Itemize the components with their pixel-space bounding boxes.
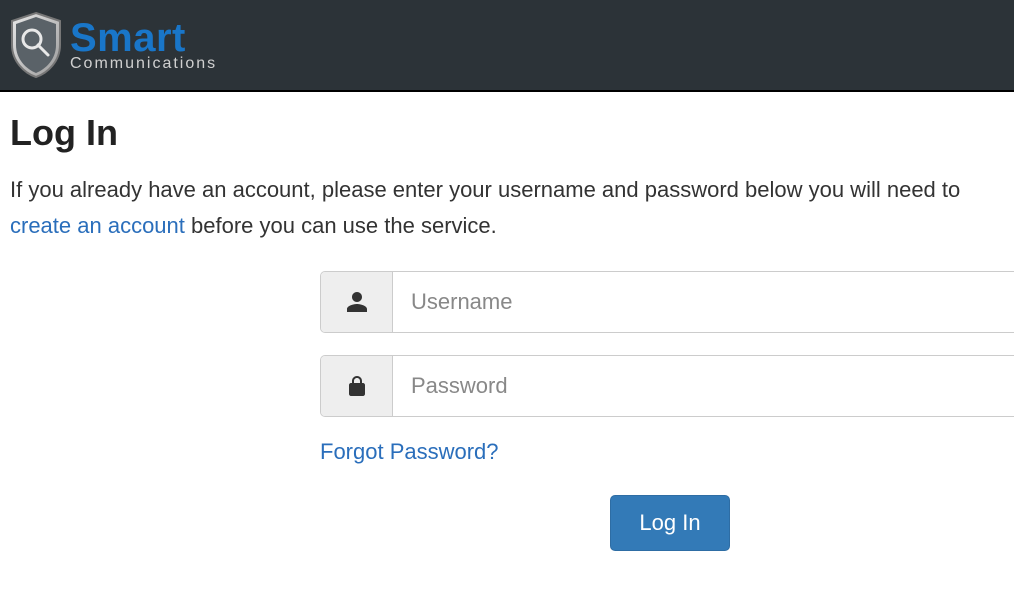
login-form: Forgot Password? Log In [320,271,1014,551]
brand-logo: Smart Communications [8,11,217,79]
login-button[interactable]: Log In [610,495,729,551]
lock-icon [321,356,393,416]
brand-name-top: Smart [70,18,217,58]
app-header: Smart Communications [0,0,1014,92]
password-input[interactable] [393,356,1014,416]
password-group [320,355,1014,417]
username-group [320,271,1014,333]
forgot-password-link[interactable]: Forgot Password? [320,439,499,465]
shield-icon [8,11,64,79]
submit-row: Log In [320,495,1014,551]
username-input[interactable] [393,272,1014,332]
page-title: Log In [10,112,1004,154]
intro-mid: you will need to [802,177,960,202]
brand-name-bottom: Communications [70,56,217,72]
user-icon [321,272,393,332]
intro-before: If you already have an account, please e… [10,177,802,202]
brand-text: Smart Communications [70,18,217,72]
intro-after: before you can use the service. [185,213,497,238]
main-content: Log In If you already have an account, p… [0,92,1014,561]
intro-text: If you already have an account, please e… [10,172,1004,245]
create-account-link[interactable]: create an account [10,213,185,238]
